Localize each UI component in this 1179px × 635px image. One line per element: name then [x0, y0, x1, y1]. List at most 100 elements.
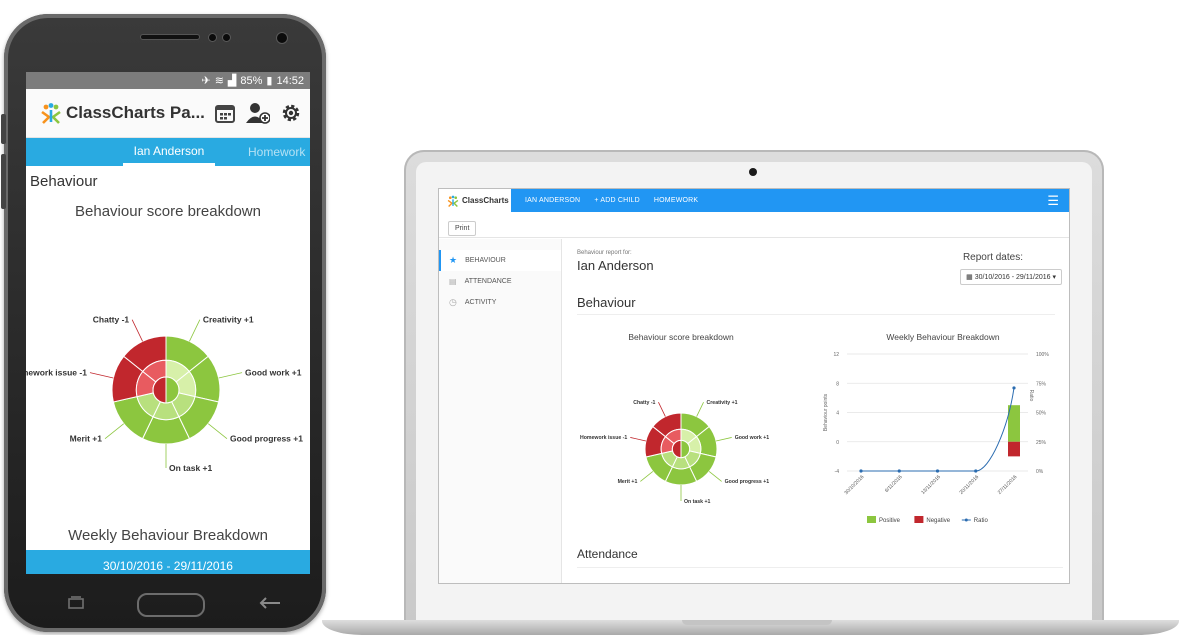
- divider: [577, 567, 1063, 568]
- sidebar-item-behaviour[interactable]: ★ BEHAVIOUR: [439, 250, 561, 271]
- sidebar-item-activity[interactable]: ◷ ACTIVITY: [439, 292, 561, 313]
- legend-swatch: [914, 516, 924, 523]
- main-content: Behaviour report for: Ian Anderson Repor…: [563, 239, 1069, 583]
- wifi-icon: ≋: [214, 75, 224, 87]
- report-dates-label: Report dates:: [962, 252, 1023, 263]
- app-title: ClassCharts Pa...: [66, 103, 205, 122]
- sidebar-item-label: BEHAVIOUR: [465, 257, 506, 264]
- clock-icon: ◷: [449, 297, 457, 307]
- nav-ian-anderson[interactable]: IAN ANDERSON: [525, 197, 580, 204]
- caret-down-icon: ▾: [1052, 274, 1056, 281]
- hamburger-menu-icon[interactable]: ☰: [1047, 193, 1059, 209]
- add-user-icon[interactable]: [246, 100, 271, 126]
- legend-swatch: [867, 516, 876, 523]
- ratio-point: [974, 469, 978, 473]
- y2-tick-label: 50%: [1036, 411, 1047, 417]
- phone-nav-bar: [26, 586, 310, 624]
- pie-label: Good progress +1: [230, 434, 303, 444]
- legend-label: Negative: [926, 518, 950, 524]
- star-icon: ★: [449, 255, 458, 265]
- volume-button: [1, 114, 6, 144]
- legend-swatch-point: [964, 518, 968, 522]
- pie-label: On task +1: [169, 463, 213, 473]
- laptop-camera: [749, 168, 757, 176]
- sidebar-item-label: ACTIVITY: [464, 299, 497, 306]
- y-tick-label: -4: [835, 469, 840, 475]
- y-tick-label: 4: [836, 411, 839, 417]
- brand-name: ClassCharts: [462, 196, 509, 205]
- pie-label-line: [630, 437, 646, 442]
- y2-tick-label: 100%: [1036, 352, 1049, 358]
- behaviour-sunburst-chart: Creativity +1 Good work +1 Good progress +…: [580, 332, 770, 505]
- settings-gear-icon[interactable]: [279, 100, 304, 126]
- y-tick-label: 0: [836, 440, 839, 446]
- pie-label: Chatty -1: [93, 315, 130, 325]
- print-button[interactable]: Print: [448, 221, 477, 236]
- phone-speaker: [140, 34, 200, 40]
- x-tick-label: 30/10/2016: [843, 474, 865, 496]
- sidebar-item-label: ATTENDANCE: [464, 278, 512, 285]
- recent-apps-icon[interactable]: [68, 595, 84, 615]
- y2-tick-label: 0%: [1036, 469, 1044, 475]
- home-button[interactable]: [137, 593, 205, 617]
- pie-label: Merit +1: [618, 479, 638, 485]
- legend-label: Positive: [879, 518, 901, 524]
- ratio-point: [897, 469, 901, 473]
- pie-label: Homework issue -1: [26, 368, 87, 378]
- legend-label: Ratio: [974, 518, 989, 524]
- ratio-point: [1012, 386, 1016, 390]
- y2-tick-label: 75%: [1036, 381, 1047, 387]
- pie-label-line: [658, 401, 666, 417]
- power-button: [1, 154, 6, 209]
- tab-homework[interactable]: Homework: [248, 138, 310, 166]
- pie-label: Good progress +1: [725, 479, 770, 485]
- pie-label: Creativity +1: [707, 400, 738, 406]
- y-tick-label: 12: [833, 352, 839, 358]
- calendar-icon: ▤: [449, 277, 457, 286]
- calendar-icon[interactable]: [213, 100, 238, 126]
- toolbar: Print: [439, 212, 1069, 238]
- phone-screen: ✈ ≋ ▟ 85% ▮ 14:52 ClassCharts Pa... Ian …: [26, 72, 310, 574]
- phone-sensor: [222, 33, 231, 42]
- tab-ian-anderson[interactable]: Ian Anderson: [123, 138, 215, 166]
- section-title: Behaviour: [30, 173, 98, 190]
- pie-label: Good work +1: [735, 435, 770, 441]
- ratio-line: [861, 387, 1015, 472]
- y-tick-label: 8: [836, 381, 839, 387]
- pie-label-line: [716, 437, 732, 442]
- brand[interactable]: ClassCharts: [439, 189, 511, 212]
- pie-label-line: [207, 423, 228, 439]
- bar-negative: [1008, 441, 1020, 457]
- pie-label-line: [218, 372, 243, 379]
- pie-label: Chatty -1: [633, 400, 655, 406]
- pie-chart-title: Behaviour score breakdown: [628, 332, 734, 342]
- x-tick-label: 13/11/2016: [920, 474, 942, 496]
- top-nav: ClassCharts IAN ANDERSON + ADD CHILD HOM…: [439, 189, 1069, 212]
- ratio-point: [935, 469, 940, 473]
- date-range-dropdown[interactable]: ▦ 30/10/2016 - 29/11/2016 ▾: [960, 269, 1062, 285]
- app-bar: ClassCharts Pa...: [26, 89, 310, 138]
- nav-homework[interactable]: HOMEWORK: [654, 197, 698, 204]
- pie-label: Creativity +1: [203, 315, 254, 325]
- date-range-bar[interactable]: 30/10/2016 - 29/11/2016: [26, 550, 310, 574]
- web-app-screen: ClassCharts IAN ANDERSON + ADD CHILD HOM…: [438, 188, 1070, 584]
- laptop-notch: [682, 620, 832, 625]
- nav-add-child[interactable]: + ADD CHILD: [594, 197, 640, 204]
- attendance-heading: Attendance: [577, 547, 638, 561]
- pie-label: Homework issue -1: [580, 435, 627, 441]
- bluetooth-icon: ✈: [201, 75, 211, 87]
- battery-level: 85%: [240, 74, 263, 87]
- tab-bar: Ian Anderson Homework: [26, 138, 310, 166]
- back-icon[interactable]: [258, 596, 282, 615]
- pie-label-line: [696, 401, 704, 417]
- pie-label: Good work +1: [245, 368, 302, 378]
- phone-front-camera: [276, 32, 288, 44]
- sidebar-item-attendance[interactable]: ▤ ATTENDANCE: [439, 271, 561, 292]
- x-tick-label: 20/11/2016: [958, 474, 980, 496]
- sidebar: ★ BEHAVIOUR ▤ ATTENDANCE ◷ ACTIVITY: [439, 239, 562, 583]
- x-tick-label: 27/11/2016: [997, 474, 1019, 496]
- phone-device: ✈ ≋ ▟ 85% ▮ 14:52 ClassCharts Pa... Ian …: [1, 14, 326, 632]
- pie-label-line: [640, 471, 654, 482]
- pie-label-line: [131, 319, 143, 342]
- pie-label-line: [89, 372, 114, 379]
